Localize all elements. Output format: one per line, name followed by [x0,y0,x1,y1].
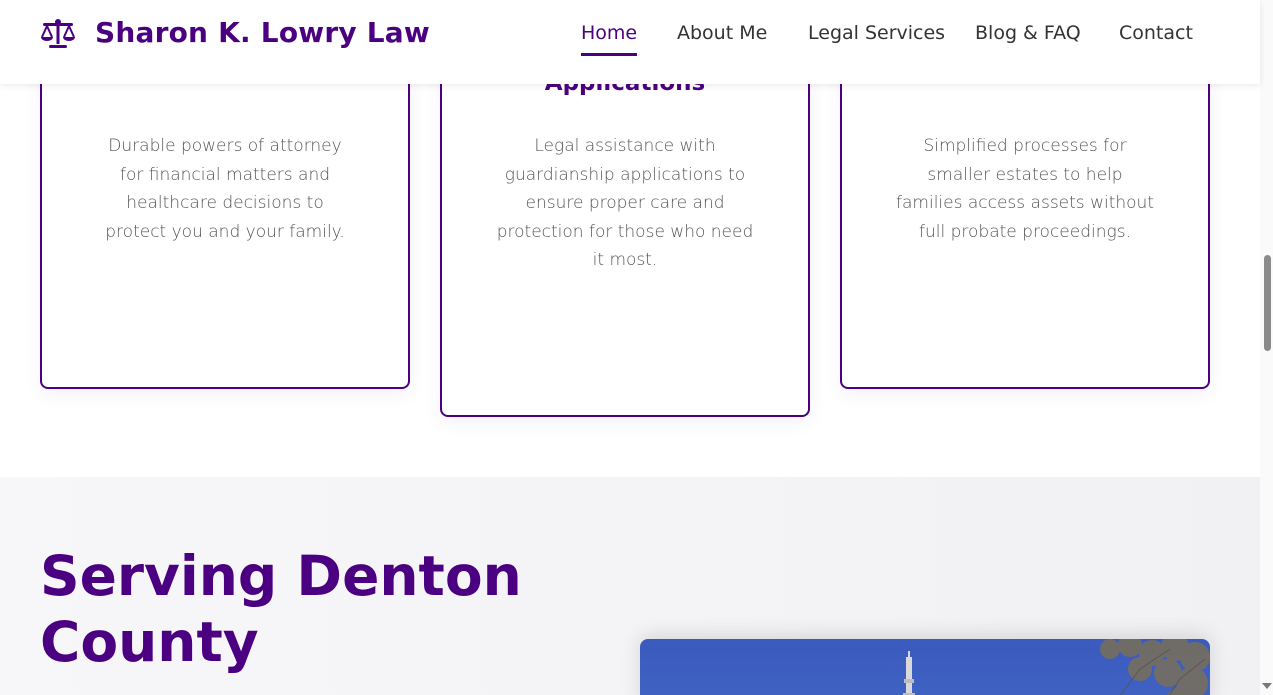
service-card-power-of-attorney: Durable powers of attorney for financial… [40,40,410,389]
nav-contact[interactable]: Contact [1119,22,1193,44]
courthouse-image [640,639,1210,695]
scrollbar-thumb[interactable] [1264,255,1271,351]
nav-blog-faq[interactable]: Blog & FAQ [975,22,1081,44]
page: Durable powers of attorney for financial… [0,0,1273,695]
scroll-down-arrow-icon[interactable] [1262,683,1272,689]
serving-section: Serving Denton County [0,477,1260,695]
serving-title: Serving Denton County [40,544,522,674]
service-card-small-estate: Simplified processes for smaller estates… [840,40,1210,389]
service-card-description: Legal assistance with guardianship appli… [496,136,754,270]
main-nav: Home About Me Legal Services Blog & FAQ … [0,22,1260,66]
service-card-description: Simplified processes for smaller estates… [896,136,1154,242]
nav-legal-services[interactable]: Legal Services [808,22,945,44]
page-scrollbar[interactable] [1260,0,1273,695]
service-card-description: Durable powers of attorney for financial… [105,136,345,242]
service-card-guardianship: Applications Legal assistance with guard… [440,40,810,417]
nav-about-me[interactable]: About Me [677,22,767,44]
site-header: Sharon K. Lowry Law Home About Me Legal … [0,0,1260,84]
nav-home[interactable]: Home [581,22,638,56]
